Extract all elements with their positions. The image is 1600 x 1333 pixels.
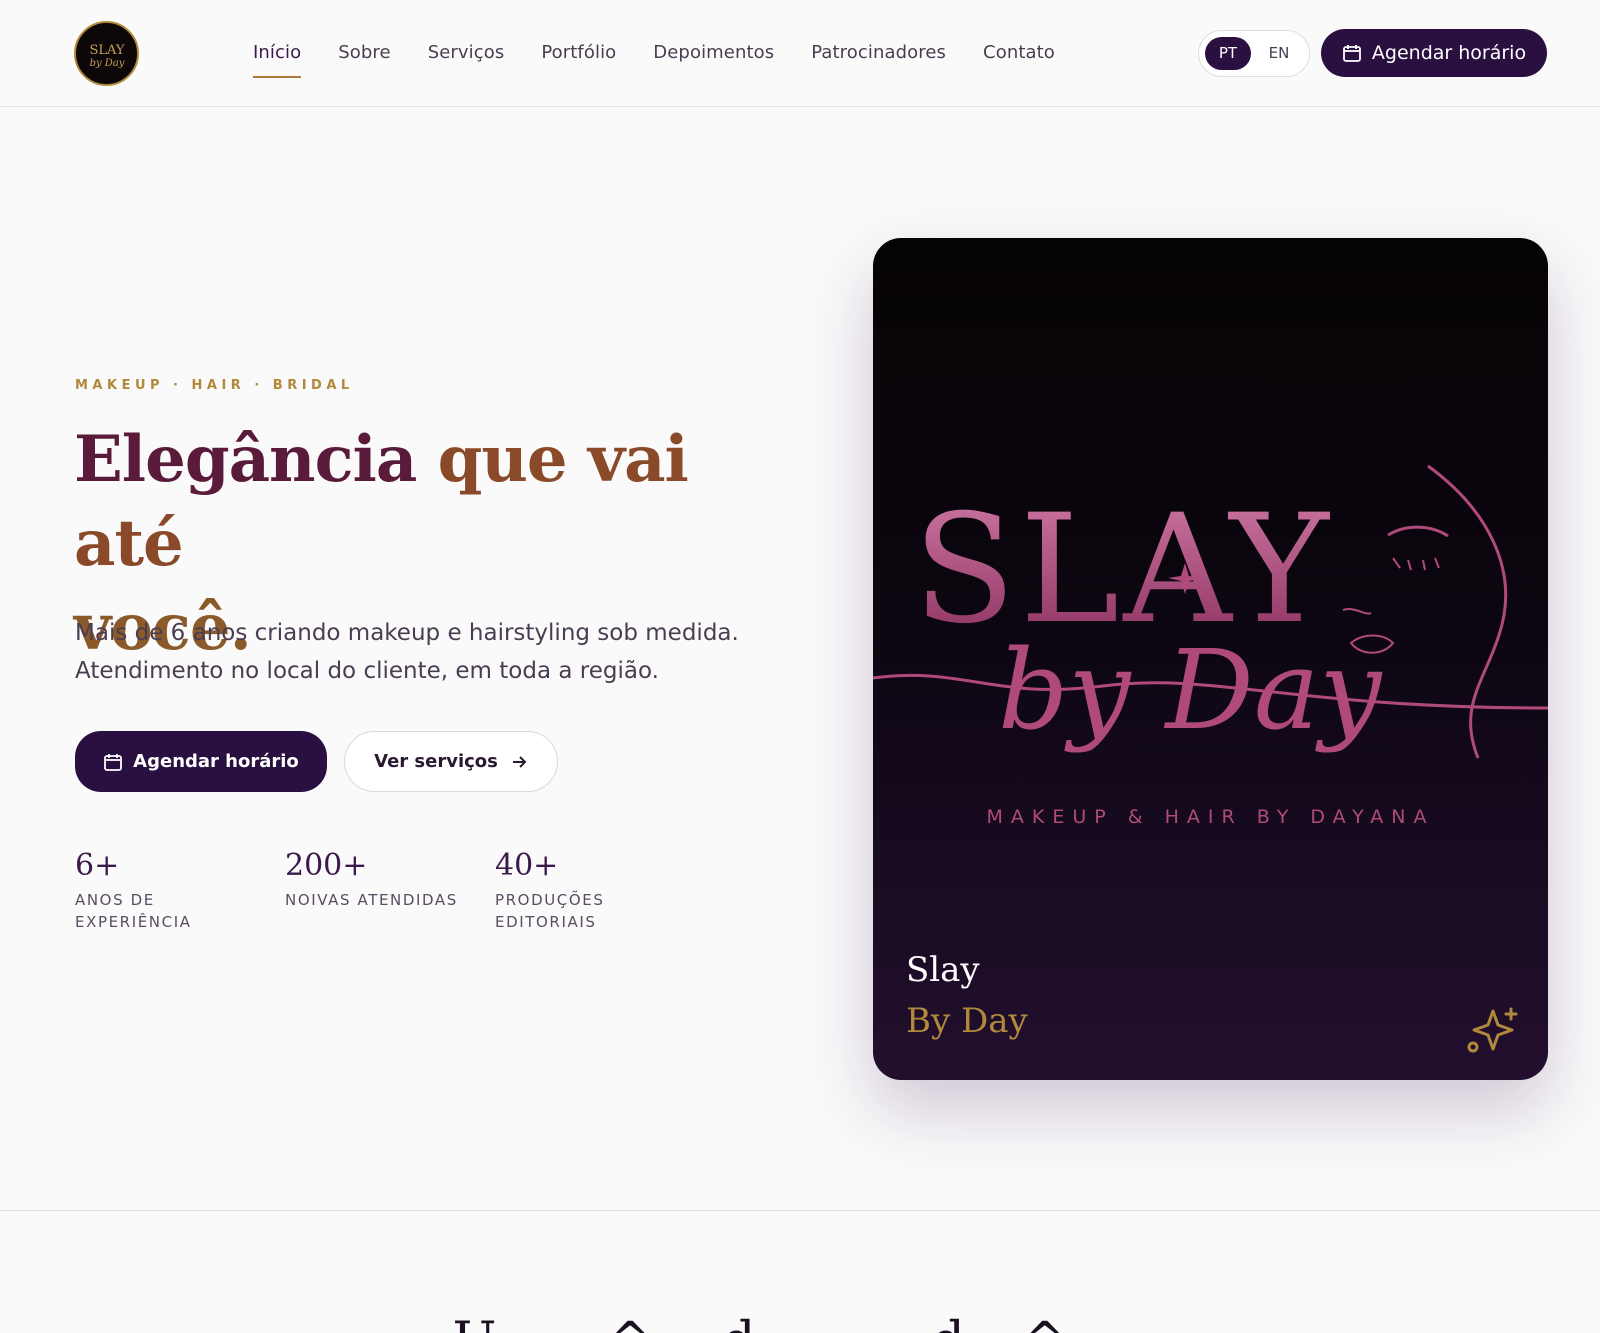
hero-eyebrow: MAKEUP · HAIR · BRIDAL bbox=[75, 378, 354, 393]
sparkle-icon bbox=[1467, 1007, 1518, 1053]
stat-label-line1: PRODUÇÕES bbox=[495, 891, 605, 909]
brand-logo[interactable]: SLAY by Day bbox=[74, 21, 139, 86]
card-caption-line2: By Day bbox=[906, 1001, 1028, 1041]
hero-subtitle-line2: Atendimento no local do cliente, em toda… bbox=[75, 658, 659, 684]
next-section-heading-text: U ^ d d ^ bbox=[453, 1312, 1148, 1333]
arrow-right-icon bbox=[512, 755, 527, 768]
stat-label-line2: EDITORIAIS bbox=[495, 913, 597, 931]
hero-title-part1: Elegância bbox=[74, 422, 438, 497]
nav-item-patrocinadores[interactable]: Patrocinadores bbox=[811, 40, 946, 72]
card-caption-line1: Slay bbox=[906, 950, 980, 990]
stat-label-line1: NOIVAS ATENDIDAS bbox=[285, 891, 458, 909]
hero-book-button[interactable]: Agendar horário bbox=[75, 731, 327, 792]
stat-label: NOIVAS ATENDIDAS bbox=[285, 889, 485, 911]
nav-item-inicio[interactable]: Início bbox=[253, 40, 302, 78]
card-tagline: MAKEUP & HAIR BY DAYANA bbox=[986, 806, 1435, 828]
header-book-label: Agendar horário bbox=[1371, 42, 1527, 64]
stat-editorials: 40+ PRODUÇÕES EDITORIAIS bbox=[495, 848, 665, 933]
next-section-heading-partial: U ^ d d ^ bbox=[0, 1312, 1600, 1333]
hero-brand-card: SLAY by Day MAKEUP & HAIR BY DAYANA Slay… bbox=[873, 238, 1548, 1080]
lang-pt-button[interactable]: PT bbox=[1205, 37, 1251, 70]
stat-label: PRODUÇÕES EDITORIAIS bbox=[495, 889, 665, 933]
brand-logo-artwork: SLAY by Day bbox=[873, 464, 1548, 759]
section-divider bbox=[0, 1210, 1600, 1211]
stat-experience: 6+ ANOS DE EXPERIÊNCIA bbox=[75, 848, 245, 933]
stat-label-line1: ANOS DE bbox=[75, 891, 155, 909]
nav-item-sobre[interactable]: Sobre bbox=[338, 40, 390, 72]
language-switcher: PT EN bbox=[1198, 30, 1310, 77]
view-services-label: Ver serviços bbox=[374, 751, 498, 772]
calendar-icon bbox=[104, 753, 123, 771]
nav-item-portfolio[interactable]: Portfólio bbox=[541, 40, 616, 72]
stat-value: 6+ bbox=[75, 848, 120, 883]
hero-subtitle-line1: Mais de 6 anos criando makeup e hairstyl… bbox=[75, 620, 739, 646]
svg-text:SLAY: SLAY bbox=[89, 43, 124, 58]
stat-label-line2: EXPERIÊNCIA bbox=[75, 913, 192, 931]
nav-item-servicos[interactable]: Serviços bbox=[428, 40, 505, 72]
header-book-button[interactable]: Agendar horário bbox=[1321, 29, 1547, 77]
view-services-button[interactable]: Ver serviços bbox=[344, 731, 558, 792]
stat-value: 200+ bbox=[285, 848, 368, 883]
stat-brides: 200+ NOIVAS ATENDIDAS bbox=[285, 848, 485, 911]
brand-logo-mark: SLAY by Day bbox=[89, 43, 124, 69]
site-header: SLAY by Day Início Sobre Serviços Portfó… bbox=[0, 0, 1600, 107]
main-nav: Início Sobre Serviços Portfólio Depoimen… bbox=[253, 40, 1092, 78]
nav-item-contato[interactable]: Contato bbox=[983, 40, 1055, 72]
svg-text:by Day: by Day bbox=[89, 58, 124, 69]
stat-value: 40+ bbox=[495, 848, 559, 883]
nav-item-depoimentos[interactable]: Depoimentos bbox=[653, 40, 774, 72]
hero-subtitle: Mais de 6 anos criando makeup e hairstyl… bbox=[75, 614, 795, 690]
lang-en-button[interactable]: EN bbox=[1256, 37, 1302, 70]
calendar-icon bbox=[1343, 45, 1361, 62]
stat-label: ANOS DE EXPERIÊNCIA bbox=[75, 889, 245, 933]
hero-book-label: Agendar horário bbox=[133, 751, 299, 772]
